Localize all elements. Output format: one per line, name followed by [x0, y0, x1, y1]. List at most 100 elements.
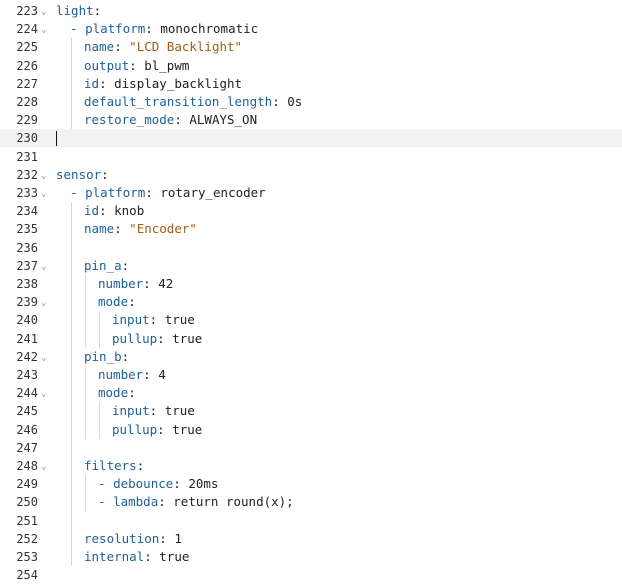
code-line[interactable]: 234 id: knob	[0, 202, 622, 220]
yaml-key: light	[56, 3, 94, 18]
code-line[interactable]: 250 - lambda: return round(x);	[0, 493, 622, 511]
code-line[interactable]: 233 ⌄ - platform: rotary_encoder	[0, 184, 622, 202]
yaml-key: output	[84, 57, 130, 73]
line-number: 243	[16, 368, 38, 382]
code-line[interactable]: 235 name: "Encoder"	[0, 220, 622, 238]
code-line[interactable]: 227 id: display_backlight	[0, 75, 622, 93]
code-line[interactable]: 249 - debounce: 20ms	[0, 475, 622, 493]
yaml-key: name	[84, 221, 115, 237]
line-number: 249	[16, 477, 38, 492]
yaml-token: :	[272, 94, 288, 109]
code-text: pullup: true	[112, 421, 202, 439]
line-number: 254	[16, 568, 38, 583]
code-line[interactable]: 251	[0, 512, 622, 530]
code-text: input: true	[112, 402, 195, 420]
code-line[interactable]: 241 pullup: true	[0, 330, 622, 348]
code-line[interactable]: 223 ⌄ light:	[0, 2, 622, 20]
code-line[interactable]: 232 ⌄ sensor:	[0, 166, 622, 184]
chevron-down-icon[interactable]: ⌄	[41, 171, 51, 181]
line-number: 224	[16, 22, 38, 37]
indent-guide	[99, 311, 100, 348]
code-editor[interactable]: 223 ⌄ light: 224 ⌄ - platform: monochromatic 2…	[0, 0, 622, 585]
code-line[interactable]: 230	[0, 129, 622, 148]
code-text: output: bl_pwm	[84, 57, 189, 75]
line-number: 247	[16, 440, 38, 455]
code-text: light:	[56, 2, 101, 20]
yaml-token: -	[98, 476, 114, 492]
yaml-key: default_transition_length	[84, 94, 273, 109]
line-number: 238	[16, 277, 38, 291]
indent-guide	[99, 402, 100, 439]
line-number: 236	[16, 240, 38, 255]
yaml-token: :	[158, 494, 174, 510]
line-number: 246	[16, 422, 38, 437]
yaml-token: :	[159, 530, 175, 546]
line-number: 252	[16, 531, 38, 546]
code-line[interactable]: 242 ⌄ pin_b:	[0, 348, 622, 366]
code-line[interactable]: 246 pullup: true	[0, 421, 622, 439]
code-line[interactable]: 247	[0, 439, 622, 457]
code-line[interactable]: 231	[0, 148, 622, 166]
line-number: 253	[16, 550, 38, 564]
chevron-down-icon[interactable]: ⌄	[41, 7, 51, 17]
yaml-key: pullup	[112, 330, 158, 346]
code-line[interactable]: 236	[0, 239, 622, 257]
line-number: 235	[16, 222, 38, 237]
yaml-key: id	[84, 203, 100, 219]
code-line[interactable]: 229 restore_mode: ALWAYS_ON	[0, 111, 622, 129]
yaml-token: :	[144, 549, 160, 564]
yaml-token: 4	[158, 367, 166, 382]
code-text: pin_b:	[84, 348, 129, 366]
code-line[interactable]: 239 ⌄ mode:	[0, 293, 622, 311]
yaml-key: platform	[85, 185, 146, 200]
yaml-token: :	[173, 476, 189, 492]
line-number: 250	[16, 495, 38, 510]
yaml-token: knob	[114, 203, 145, 219]
chevron-down-icon[interactable]: ⌄	[41, 189, 51, 199]
yaml-token: :	[99, 203, 115, 219]
chevron-down-icon[interactable]: ⌄	[41, 389, 51, 399]
yaml-token: :	[157, 330, 173, 346]
line-number: 240	[16, 313, 38, 328]
code-line[interactable]: 245 input: true	[0, 402, 622, 420]
code-line[interactable]: 254	[0, 566, 622, 584]
line-number: 251	[16, 513, 38, 528]
code-line[interactable]: 228 default_transition_length: 0s	[0, 93, 622, 111]
code-line[interactable]: 224 ⌄ - platform: monochromatic	[0, 20, 622, 38]
code-line[interactable]: 238 number: 42	[0, 275, 622, 293]
code-line[interactable]: 240 input: true	[0, 311, 622, 329]
code-line[interactable]: 237 ⌄ pin_a:	[0, 257, 622, 275]
yaml-token: true	[164, 403, 195, 419]
code-text: - platform: rotary_encoder	[70, 184, 266, 202]
code-text: pullup: true	[112, 330, 202, 348]
code-line[interactable]: 243 number: 4	[0, 366, 622, 384]
line-number: 234	[16, 204, 38, 219]
yaml-token: :	[174, 112, 190, 128]
yaml-token: rotary_encoder	[160, 185, 266, 200]
yaml-token: :	[101, 166, 109, 182]
code-line[interactable]: 252 resolution: 1	[0, 530, 622, 548]
code-line[interactable]: 248 ⌄ filters:	[0, 457, 622, 475]
chevron-down-icon[interactable]: ⌄	[41, 262, 51, 272]
code-line[interactable]: 225 name: "LCD Backlight"	[0, 38, 622, 56]
code-line[interactable]: 253 internal: true	[0, 548, 622, 566]
chevron-down-icon[interactable]: ⌄	[41, 25, 51, 35]
yaml-token: :	[114, 221, 130, 237]
line-number: 239	[16, 295, 38, 310]
code-line[interactable]: 244 ⌄ mode:	[0, 384, 622, 402]
line-number: 232	[16, 167, 38, 182]
yaml-key: input	[112, 403, 150, 419]
chevron-down-icon[interactable]: ⌄	[41, 462, 51, 472]
chevron-down-icon[interactable]: ⌄	[41, 298, 51, 308]
yaml-token: :	[136, 458, 145, 473]
line-number: 225	[16, 40, 38, 55]
yaml-key: filters	[84, 458, 137, 473]
chevron-down-icon[interactable]: ⌄	[41, 353, 51, 363]
code-line[interactable]: 226 output: bl_pwm	[0, 57, 622, 75]
yaml-token: :	[145, 21, 161, 37]
code-text: filters:	[84, 457, 144, 475]
line-number: 233	[16, 186, 38, 200]
yaml-token: :	[121, 348, 130, 364]
yaml-token: :	[129, 57, 145, 73]
yaml-key: pin_b	[84, 348, 122, 364]
